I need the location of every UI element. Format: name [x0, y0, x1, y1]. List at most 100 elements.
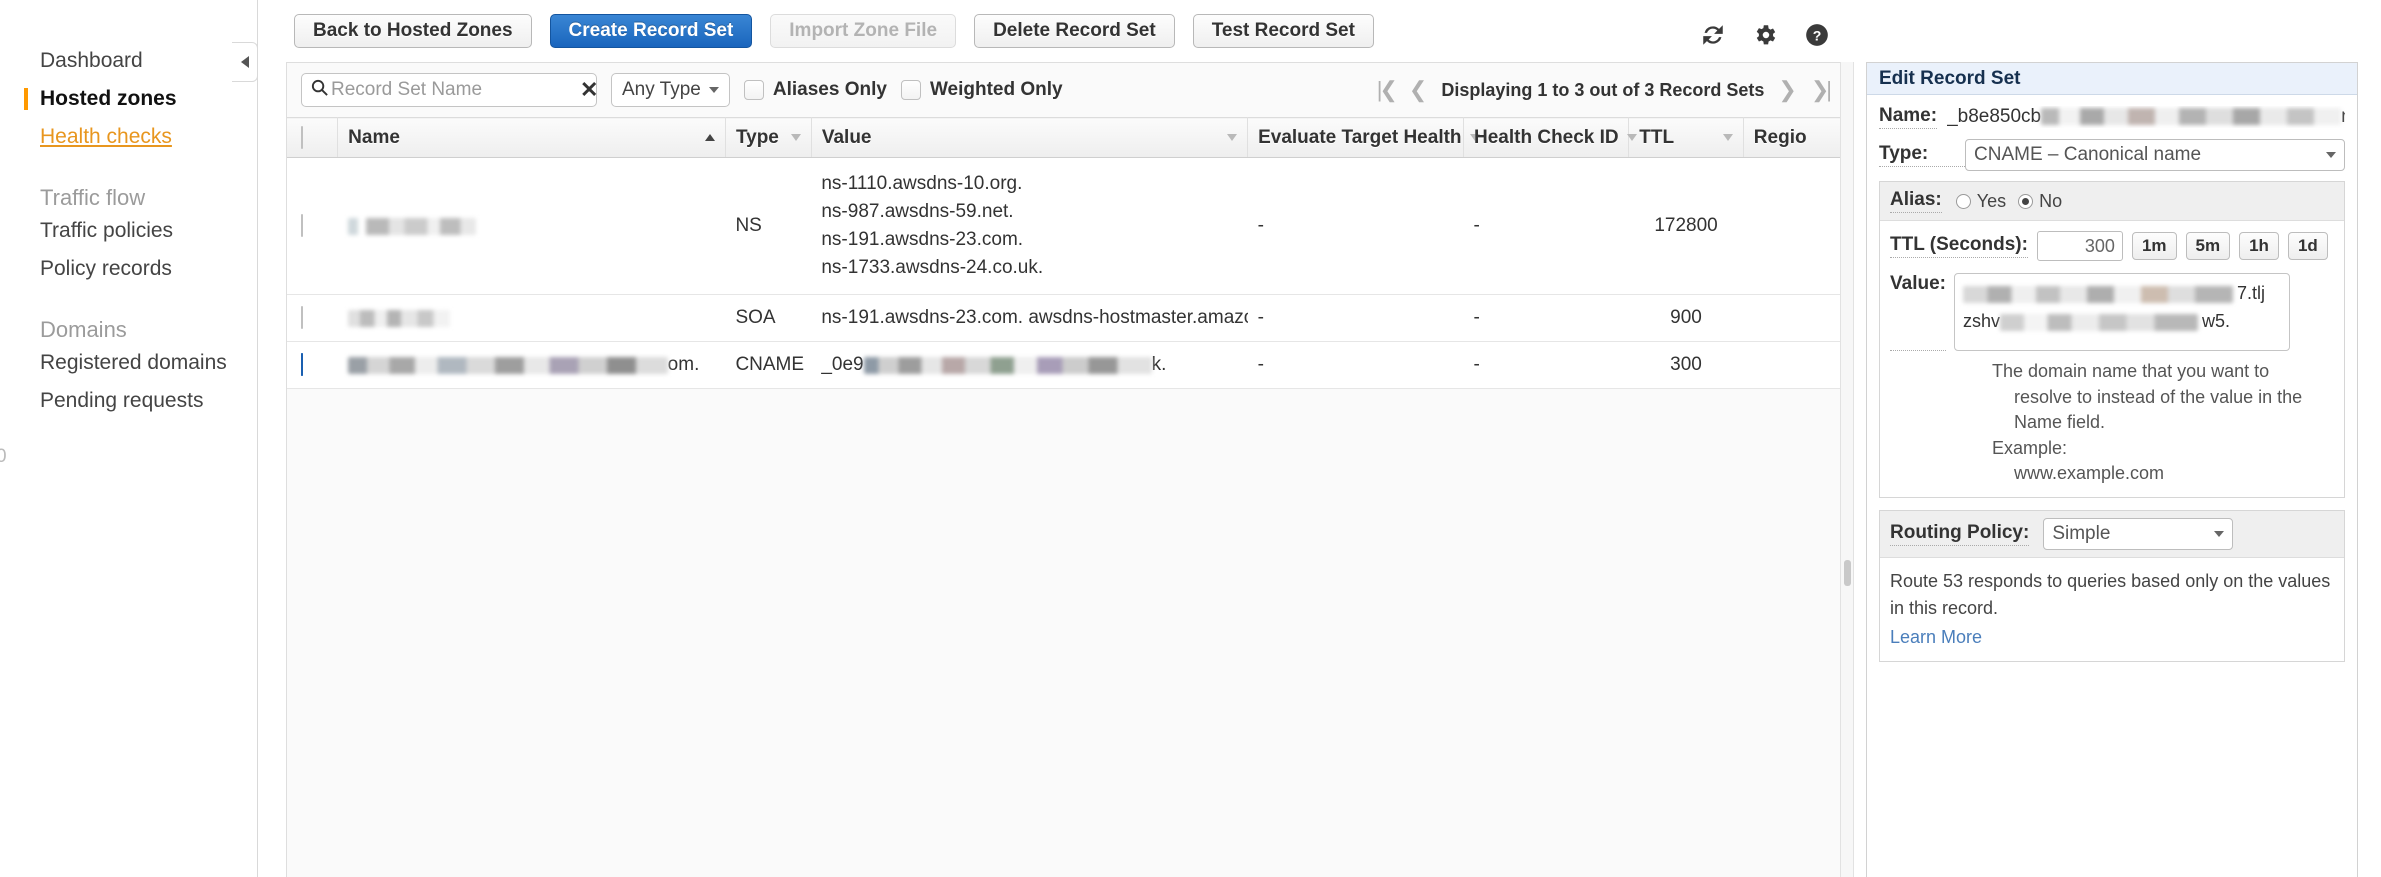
sidebar-nav: Dashboard Hosted zones Health checks Tra…: [0, 0, 257, 420]
cell-health-check-id: -: [1464, 158, 1629, 295]
sidebar-item-hosted-zones[interactable]: Hosted zones: [0, 80, 257, 118]
column-label: Regio: [1754, 127, 1807, 149]
name-suffix: n: [2341, 106, 2345, 127]
aliases-only-label: Aliases Only: [773, 79, 887, 101]
weighted-only-checkbox[interactable]: Weighted Only: [901, 79, 1063, 101]
sidebar-item-label: Policy records: [40, 257, 172, 280]
create-record-set-button[interactable]: Create Record Set: [550, 14, 753, 48]
next-page-button[interactable]: ❯: [1778, 79, 1796, 101]
type-dropdown[interactable]: CNAME – Canonical name: [1965, 139, 2345, 171]
ttl-value-section: TTL (Seconds): 1m 5m 1h 1d Value: 7.tlj: [1880, 221, 2344, 497]
column-header-name[interactable]: Name: [338, 118, 726, 158]
value-label: Value:: [1890, 273, 1946, 351]
sidebar-item-pending-requests[interactable]: Pending requests: [0, 382, 257, 420]
delete-record-set-button[interactable]: Delete Record Set: [974, 14, 1175, 48]
ttl-label: TTL (Seconds):: [1890, 234, 2028, 258]
redacted-name: [348, 357, 668, 374]
pagination-controls: |❮ ❮ Displaying 1 to 3 out of 3 Record S…: [1377, 63, 1829, 117]
value-prefix: _0e9: [821, 354, 863, 375]
cell-evaluate-target-health: -: [1248, 295, 1464, 342]
action-toolbar: Back to Hosted Zones Create Record Set I…: [294, 14, 1374, 48]
vertical-scrollbar[interactable]: [1840, 62, 1854, 877]
refresh-icon[interactable]: [1700, 22, 1726, 48]
search-input[interactable]: [331, 79, 576, 101]
column-header-evaluate-target-health[interactable]: Evaluate Target Health: [1248, 118, 1464, 158]
type-filter-dropdown[interactable]: Any Type: [611, 73, 730, 107]
name-suffix: om.: [668, 354, 700, 375]
ttl-input[interactable]: [2037, 231, 2123, 261]
gear-icon[interactable]: [1752, 22, 1778, 48]
pagination-status: Displaying 1 to 3 out of 3 Record Sets: [1441, 80, 1764, 101]
cell-ttl: 172800: [1629, 158, 1744, 295]
select-all-checkbox[interactable]: [301, 126, 303, 149]
chevron-down-icon: [791, 134, 801, 141]
sidebar-item-dashboard[interactable]: Dashboard: [0, 42, 257, 80]
column-header-health-check-id[interactable]: Health Check ID: [1464, 118, 1629, 158]
redacted-name: [2041, 108, 2341, 125]
ttl-preset-1h[interactable]: 1h: [2239, 232, 2279, 260]
value-row: Value: 7.tlj zshv w5.: [1890, 273, 2334, 351]
sidebar-collapse-button[interactable]: [232, 42, 258, 82]
ttl-preset-1m[interactable]: 1m: [2132, 232, 2177, 260]
table-row[interactable]: om. CNAME _0e9k. - - 300: [287, 342, 1843, 389]
column-label: Type: [736, 127, 779, 149]
row-select-cell[interactable]: [287, 342, 338, 389]
test-record-set-button[interactable]: Test Record Set: [1193, 14, 1374, 48]
edit-record-set-panel: Edit Record Set Name: _b8e850cbn Type: C…: [1866, 62, 2358, 877]
routing-policy-dropdown[interactable]: Simple: [2043, 518, 2233, 550]
cell-ttl: 900: [1629, 295, 1744, 342]
row-select-cell[interactable]: [287, 295, 338, 342]
sort-ascending-icon: [705, 134, 715, 141]
aliases-only-checkbox[interactable]: Aliases Only: [744, 79, 887, 101]
cell-type: NS: [725, 158, 811, 295]
row-checkbox[interactable]: [301, 306, 303, 329]
column-header-ttl[interactable]: TTL: [1629, 118, 1744, 158]
table-row[interactable]: NS ns-1110.awsdns-10.org. ns-987.awsdns-…: [287, 158, 1843, 295]
value-textarea[interactable]: 7.tlj zshv w5.: [1954, 273, 2290, 351]
type-dropdown-value: CNAME – Canonical name: [1974, 144, 2201, 166]
edit-panel-title: Edit Record Set: [1867, 63, 2357, 95]
table-row[interactable]: SOA ns-191.awsdns-23.com. awsdns-hostmas…: [287, 295, 1843, 342]
edit-panel-body: Name: _b8e850cbn Type: CNAME – Canonical…: [1867, 95, 2357, 662]
sidebar-item-traffic-policies[interactable]: Traffic policies: [0, 212, 257, 250]
cell-name: [338, 295, 726, 342]
select-all-header[interactable]: [287, 118, 338, 158]
chevron-down-icon: [709, 87, 719, 93]
cell-name: om.: [338, 342, 726, 389]
scrollbar-thumb[interactable]: [1844, 560, 1851, 586]
sidebar-group-domains: Domains: [0, 304, 257, 344]
row-select-cell[interactable]: [287, 158, 338, 295]
sidebar-item-health-checks[interactable]: Health checks: [0, 118, 257, 156]
edge-ghost-text: 0: [0, 446, 7, 468]
column-header-region[interactable]: Regio: [1743, 118, 1842, 158]
checkbox-box: [744, 80, 764, 100]
learn-more-link[interactable]: Learn More: [1890, 624, 1982, 651]
name-field-row: Name: _b8e850cbn: [1879, 105, 2345, 129]
prev-page-button[interactable]: ❮: [1409, 79, 1427, 101]
column-header-type[interactable]: Type: [725, 118, 811, 158]
first-page-button[interactable]: |❮: [1377, 79, 1395, 101]
ttl-preset-1d[interactable]: 1d: [2288, 232, 2328, 260]
back-to-hosted-zones-button[interactable]: Back to Hosted Zones: [294, 14, 532, 48]
value-line2-suffix: w5.: [2202, 311, 2230, 331]
clear-search-icon[interactable]: ✕: [576, 79, 598, 101]
value-line: zshv w5.: [1963, 308, 2281, 336]
row-checkbox[interactable]: [301, 214, 303, 237]
help-line-4: Example:: [1992, 438, 2067, 458]
alias-yes-radio[interactable]: Yes: [1956, 191, 2006, 212]
value-line2-prefix: zshv: [1963, 311, 2000, 331]
ttl-preset-5m[interactable]: 5m: [2186, 232, 2231, 260]
name-label: Name:: [1879, 105, 1937, 129]
routing-policy-label: Routing Policy:: [1890, 522, 2029, 546]
sidebar-item-registered-domains[interactable]: Registered domains: [0, 344, 257, 382]
row-checkbox[interactable]: [301, 353, 303, 376]
value-line1-suffix: 7.tlj: [2237, 283, 2265, 303]
last-page-button[interactable]: ❯|: [1811, 79, 1829, 101]
column-label: Evaluate Target Health: [1258, 127, 1461, 149]
sidebar-item-policy-records[interactable]: Policy records: [0, 250, 257, 288]
cell-value: ns-191.awsdns-23.com. awsdns-hostmaster.…: [811, 295, 1247, 342]
search-box[interactable]: ✕: [301, 73, 597, 107]
help-icon[interactable]: ?: [1804, 22, 1830, 48]
column-header-value[interactable]: Value: [811, 118, 1247, 158]
alias-no-radio[interactable]: No: [2018, 191, 2062, 212]
